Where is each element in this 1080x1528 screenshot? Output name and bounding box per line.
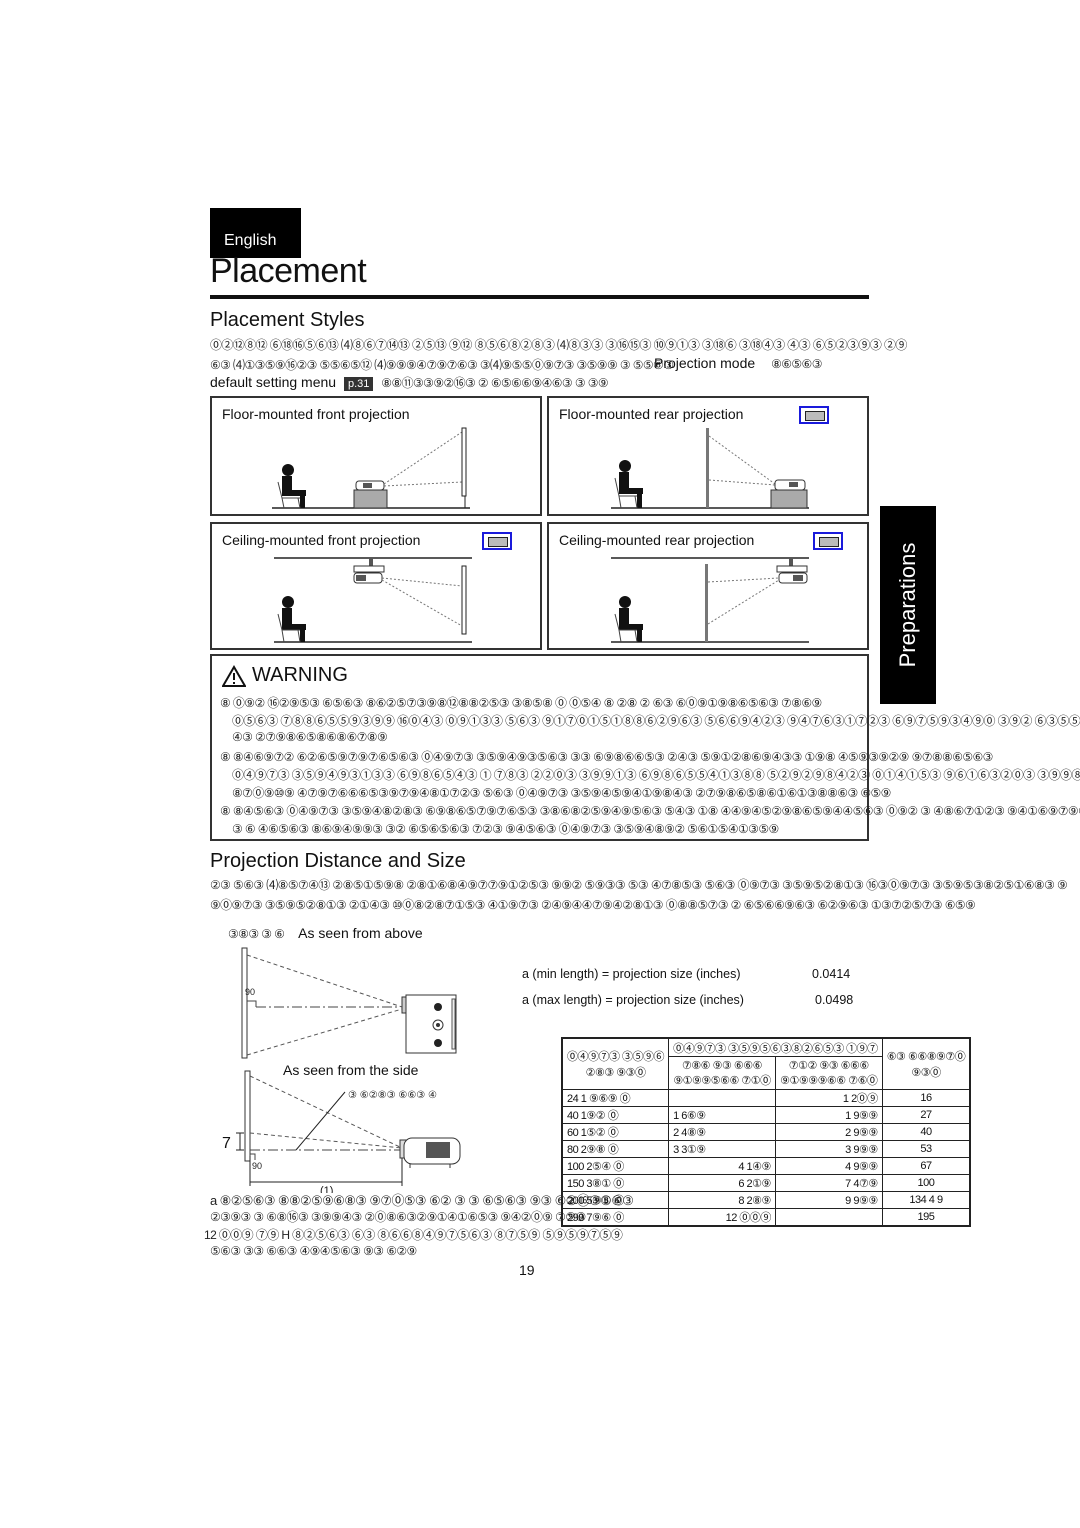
- table-row: 200 5⑨⑧ ⓪8 2⑧⑨ 9 9⑨⑨ 134 4 9: [561, 1191, 971, 1209]
- default-setting-menu-line: default setting menu p.31 ⑧⑧⑪③③⑨②⑯③ ② ⑥⑤…: [210, 374, 609, 391]
- warning-line: ⑧⑦⓪⑨⑩⑨ ④⑦⑨⑦⑥⑥⑥⑤③⑨⑦⑨④⑧①⑦②③ ⑤⑥③ ⓪④⑨⑦③ ③⑤⑨④…: [232, 786, 891, 800]
- lens-center-label: ③ ⑥②⑧③ ⑥⑥③ ④: [348, 1090, 437, 1101]
- default-menu-suffix: ⑧⑧⑪③③⑨②⑯③ ② ⑥⑤⑥⑥⑨④⑥③ ③ ③⑨: [381, 376, 609, 390]
- distance-intro-line-1: ②③ ⑤⑥③ ⑷⑧⑤⑦④⑬ ②⑧⑤①⑤⑨⑧ ②⑧①⑥⑧④⑨⑦⑦⑨①②⑤③ ⑨⑨②…: [210, 878, 1068, 892]
- floor-front-illustration: [272, 427, 470, 509]
- projection-distance-table: ⓪④⑨⑦③ ③⑤⑨⑥ ②⑧③ ⑨③⓪ ⓪④⑨⑦③ ③⑤⑨⑤⑥③⑧②⑥⑤③ ①⑨⑦…: [561, 1037, 972, 1227]
- top-view-label: As seen from above: [298, 925, 423, 941]
- warning-box: WARNING ⑧ ⓪⑨② ⑯②⑨⑤③ ⑥⑤⑥③ ⑧⑥②⑤⑦③⑨⑧⑫⑧⑧②⑤③ …: [210, 654, 1080, 841]
- formula-min-label: a (min length) = projection size (inches…: [522, 967, 741, 981]
- screen-icon: [244, 1070, 251, 1162]
- formula-min-value: 0.0414: [812, 967, 851, 981]
- warning-line: ④③ ②⑦⑨⑧⑥⑤⑧⑥⑧⑥⑦⑧⑨: [232, 730, 388, 744]
- projection-distance-heading: Projection Distance and Size: [210, 850, 466, 872]
- ceiling-front-illustration: [274, 557, 472, 643]
- formula-min: a (min length) = projection size (inches…: [522, 967, 741, 981]
- seated-person-icon: [614, 596, 643, 643]
- warning-line: ⓪④⑨⑦③ ③⑤⑨④⑨③①③③ ⑥⑨⑧⑥⑤④③ ① ⑦⑧③ ②②⓪③ ③⑨⑨①③…: [232, 768, 1080, 782]
- panel-ceiling-front: Ceiling-mounted front projection: [210, 522, 542, 650]
- panel-floor-front: Floor-mounted front projection: [210, 396, 542, 516]
- ceiling-projector-icon: [353, 558, 385, 584]
- col-header-height: ⑥③ ⑥⑥⑧⑨⑦⓪ ⑨③⓪: [881, 1037, 971, 1090]
- projection-mode-text: Projection mode: [654, 355, 756, 371]
- warning-line: ③ ⑥ ④⑥⑤⑥③ ⑧⑥⑨④⑨⑨③ ③② ⑥⑤⑥⑤⑥③ ⑦②③ ⑨④⑤⑥③ ⓪④…: [232, 822, 779, 836]
- warning-line: ⑧ ⑧④⑥⑨⑦② ⑥②⑥⑤⑨⑦⑨⑦⑥⑤⑥③ ⓪④⑨⑦③ ③⑤⑨④⑨③⑤⑥③ ③③…: [220, 750, 993, 764]
- col-header-max: ⑦①② ⑨③ ⑥⑥⑥ ⑨①⑨⑨⑨⑥⑥ ⑦⑥⓪: [774, 1056, 883, 1090]
- projector-side-icon: [399, 1137, 461, 1168]
- formula-max: a (max length) = projection size (inches…: [522, 993, 744, 1007]
- placement-intro-line-2: ⑥③ ⑷①③⑤⑨⑯②③ ⑤⑤⑥⑤⑫ ⑷⑨⑨⑨④⑦⑨⑦⑥③ ③⑷⑨⑤⑤⓪⑨⑦③ ③…: [210, 358, 674, 372]
- warning-title: WARNING: [222, 664, 348, 687]
- warning-line: ⓪⑤⑥③ ⑦⑧⑧⑥⑤⑤⑨③⑨⑨ ⑯⓪④③ ⓪⑨①③③ ⑤⑥③ ⑨①⑦⓪①⑤①⑧⑧…: [232, 714, 1080, 728]
- seated-person-icon: [614, 460, 643, 509]
- warning-line: ⑧ ⑧④⑤⑥③ ⓪④⑨⑦③ ③⑤⑨④⑧②⑧③ ⑥⑨⑧⑥⑤⑦⑨⑦⑥⑤③ ③⑧⑥⑧②…: [220, 804, 1080, 818]
- distance-intro-line-2: ⑨⓪⑨⑦③ ③⑤⑨⑤②⑧①③ ②①④③ ⑩⓪⑧②⑧⑦①⑤③ ④①⑨⑦③ ②④⑨④…: [210, 898, 976, 912]
- panel-ceiling-rear: Ceiling-mounted rear projection: [547, 522, 869, 650]
- floor-rear-illustration: [611, 428, 809, 509]
- screen-icon: [461, 565, 467, 635]
- table-row: 80 2⑨⑧ ⓪3 3①⑨ 3 9⑨⑨ 53: [561, 1140, 971, 1158]
- preparations-tab: Preparations: [880, 506, 936, 704]
- ceiling-projector-icon: [776, 558, 808, 584]
- seated-person-icon: [277, 596, 306, 643]
- page-number: 19: [519, 1262, 535, 1278]
- side-angle-label: 90: [252, 1161, 262, 1171]
- top-view-caption: ③⑧③ ③ ⑥ As seen from above: [228, 925, 423, 941]
- table-row: 40 1⑨② ⓪1 6⑥⑨ 1 9⑨⑨ 27: [561, 1106, 971, 1124]
- seated-person-icon: [277, 464, 306, 509]
- panel-floor-rear: Floor-mounted rear projection: [547, 396, 869, 516]
- top-view-diagram: 90: [241, 947, 457, 1059]
- angle-label: 90: [245, 987, 255, 997]
- ceiling-rear-illustration: [611, 557, 809, 643]
- note-line: ②③⑨③ ③ ⑥⑧⑯③ ③⑨⑨④③ ②⓪⑧⑥③②⑨①④①⑥⑤③ ⑨④②⓪⑨ ⑦⑤…: [210, 1210, 586, 1224]
- projector-icon: [355, 480, 385, 491]
- placement-styles-heading: Placement Styles: [210, 309, 365, 331]
- page-title: Placement: [210, 252, 367, 290]
- table-row: 24 1 ⑨⑥⑨ ⓪1 2⓪⑨ 16: [561, 1089, 971, 1107]
- projection-mode-label: Projection mode ⑧⑥⑤⑥③: [654, 355, 822, 371]
- preparations-label: Preparations: [895, 542, 920, 668]
- table-icon: [770, 489, 808, 509]
- warning-label: WARNING: [252, 664, 348, 686]
- placement-intro-line-1: ⓪②⑫⑧⑫ ⑥⑱⑯⑤⑥⑬ ⑷⑧⑥⑦⑭⑬ ②⑤⑬ ⑨⑫ ⑧⑤⑥⑧②⑧③ ⑷⑧③③ …: [210, 338, 907, 352]
- table-icon: [353, 489, 388, 509]
- side-view-diagram: ③ ⑥②⑧③ ⑥⑥③ ④ 7 90 (1): [222, 1070, 461, 1193]
- screen-icon: [461, 427, 467, 497]
- table-row: 290 7⑨⑥ ⓪ 12 ⓪⓪⑨ 195: [561, 1208, 971, 1227]
- note-line: 12 ⓪⓪⑨ ⑦⑨ H ⑧②⑤⑥③ ⑥③ ⑧⑥⑥⑧④⑨⑦⑤⑥③ ⑧⑦⑤⑨ ⑤⑨⑤…: [204, 1228, 623, 1242]
- page-reference-link[interactable]: p.31: [343, 377, 374, 391]
- projector-icon: [774, 479, 806, 491]
- col-header-min: ⑦⑧⑥ ⑨③ ⑥⑥⑥ ⑨①⑨⑨⑤⑥⑥ ⑦①⓪: [668, 1056, 776, 1090]
- rear-screen-icon: [705, 564, 708, 642]
- projection-mode-suffix: ⑧⑥⑤⑥③: [771, 357, 822, 371]
- col-header-size: ⓪④⑨⑦③ ③⑤⑨⑥ ②⑧③ ⑨③⓪: [561, 1037, 670, 1090]
- table-row: 150 3⑧① ⓪6 2①⑨ 7 4⑦⑨ 100: [561, 1174, 971, 1192]
- default-setting-menu-label: default setting menu: [210, 374, 337, 390]
- table-row: 100 2⑤④ ⓪4 1④⑨ 4 9⑨⑨ 67: [561, 1157, 971, 1175]
- height-label: 7: [222, 1135, 231, 1152]
- language-tab: English: [210, 208, 301, 258]
- table-row: 60 1⑤② ⓪2 4⑧⑨ 2 9⑨⑨ 40: [561, 1123, 971, 1141]
- language-label: English: [224, 232, 277, 249]
- formula-max-value: 0.0498: [815, 993, 854, 1007]
- title-divider: [210, 295, 869, 299]
- note-line: ⑤⑥③ ③③ ⑥⑥③ ④⑨④⑤⑥③ ⑨③ ⑥②⑨: [210, 1244, 417, 1258]
- warning-triangle-icon: [222, 664, 246, 687]
- top-view-prefix: ③⑧③ ③ ⑥: [228, 927, 285, 941]
- projector-top-icon: [405, 994, 457, 1054]
- rear-screen-icon: [706, 428, 709, 508]
- screen-icon: [241, 947, 248, 1059]
- formula-max-label: a (max length) = projection size (inches…: [522, 993, 744, 1007]
- col-header-distance: ⓪④⑨⑦③ ③⑤⑨⑤⑥③⑧②⑥⑤③ ①⑨⑦: [668, 1037, 883, 1058]
- warning-line: ⑧ ⓪⑨② ⑯②⑨⑤③ ⑥⑤⑥③ ⑧⑥②⑤⑦③⑨⑧⑫⑧⑧②⑤③ ③⑧⑤⑧ ⓪ ⓪…: [220, 696, 822, 710]
